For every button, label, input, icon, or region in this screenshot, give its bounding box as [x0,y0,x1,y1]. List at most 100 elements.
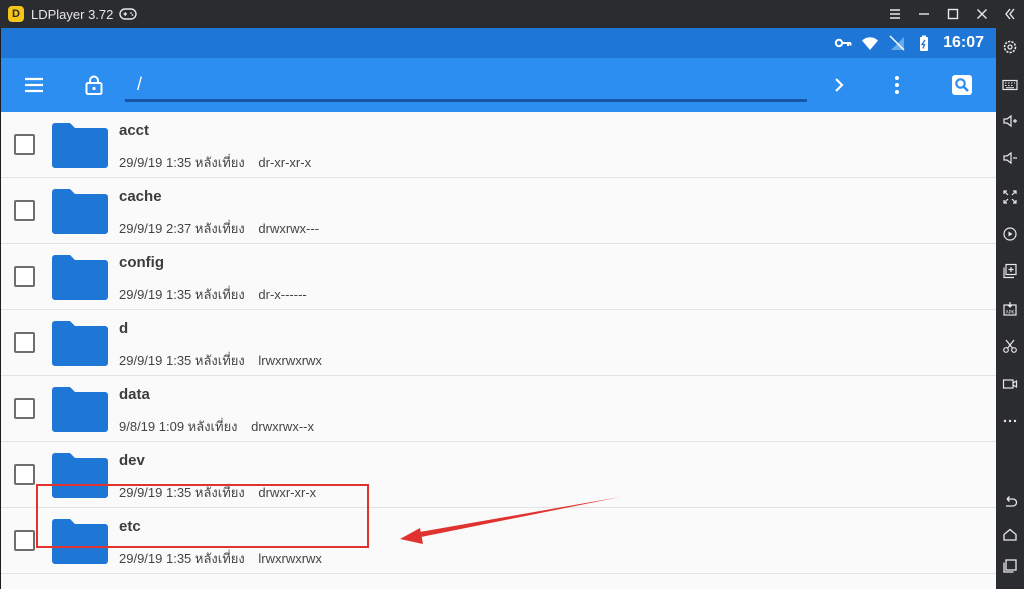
collapse-sidebar-button[interactable] [996,1,1024,27]
file-permissions: dr-x------ [258,287,307,302]
emulator-sidebar: APK [996,0,1024,589]
android-home-button[interactable] [996,522,1024,548]
lock-icon [85,75,103,95]
file-meta: 29/9/19 1:35 หลังเที่ยง dr-x------ [119,284,307,305]
minimize-button[interactable] [909,0,938,28]
video-record-button[interactable] [996,371,1024,397]
record-icon [1003,227,1017,241]
folder-icon [52,321,108,366]
folder-icon [52,189,108,234]
file-meta: 29/9/19 1:35 หลังเที่ยง drwxr-xr-x [119,482,316,503]
status-clock: 16:07 [943,34,984,51]
file-row[interactable]: data 9/8/19 1:09 หลังเที่ยง drwxrwx--x [1,376,996,442]
file-row[interactable]: etc 29/9/19 1:35 หลังเที่ยง lrwxrwxrwx [1,508,996,574]
multi-instance-button[interactable] [996,258,1024,284]
hamburger-menu-icon [25,77,43,93]
volume-up-button[interactable] [996,108,1024,134]
close-button[interactable] [967,0,996,28]
row-checkbox[interactable] [14,200,35,221]
drawer-menu-button[interactable] [20,71,48,99]
home-icon [1003,528,1017,541]
folder-icon [52,123,108,168]
multi-instance-icon [1003,263,1017,279]
settings-button[interactable] [996,34,1024,60]
chevron-right-icon [835,78,844,92]
file-row[interactable]: cache 29/9/19 2:37 หลังเที่ยง drwxrwx--- [1,178,996,244]
settings-icon [1003,40,1017,54]
file-permissions: drwxr-xr-x [258,485,317,500]
file-name: dev [119,452,145,469]
file-row[interactable]: dev 29/9/19 1:35 หลังเที่ยง drwxr-xr-x [1,442,996,508]
row-checkbox[interactable] [14,134,35,155]
file-date: 29/9/19 1:35 หลังเที่ยง [119,551,245,566]
row-checkbox[interactable] [14,332,35,353]
android-back-button[interactable] [996,489,1024,515]
battery-icon [915,34,933,52]
menu-icon [889,9,900,19]
window-titlebar: D LDPlayer 3.72 [0,0,996,28]
forward-button[interactable] [825,71,853,99]
file-date: 29/9/19 1:35 หลังเที่ยง [119,485,245,500]
root-lock-button[interactable] [80,71,108,99]
file-meta: 29/9/19 1:35 หลังเที่ยง dr-xr-xr-x [119,152,311,173]
window-title: LDPlayer 3.72 [31,6,114,22]
file-row[interactable]: config 29/9/19 1:35 หลังเที่ยง dr-x-----… [1,244,996,310]
row-checkbox[interactable] [14,266,35,287]
collapse-icon [1005,8,1015,20]
minimize-icon [918,13,929,15]
file-row[interactable]: d 29/9/19 1:35 หลังเที่ยง lrwxrwxrwx [1,310,996,376]
file-name: data [119,386,150,403]
file-name: etc [119,518,141,535]
video-icon [1002,379,1018,389]
row-checkbox[interactable] [14,464,35,485]
no-signal-icon [888,34,906,52]
recent-apps-icon [1003,559,1017,573]
close-icon [976,9,987,19]
gamepad-icon[interactable] [119,8,138,20]
install-apk-button[interactable]: APK [996,296,1024,322]
file-meta: 29/9/19 1:35 หลังเที่ยง lrwxrwxrwx [119,548,322,569]
file-row[interactable]: acct 29/9/19 1:35 หลังเที่ยง dr-xr-xr-x [1,112,996,178]
file-date: 29/9/19 1:35 หลังเที่ยง [119,353,245,368]
android-recent-apps-button[interactable] [996,553,1024,579]
screenshot-cut-button[interactable] [996,333,1024,359]
record-button[interactable] [996,221,1024,247]
file-date: 29/9/19 2:37 หลังเที่ยง [119,221,245,236]
search-button[interactable] [948,71,976,99]
ldplayer-logo-icon: D [8,6,24,22]
more-vert-icon [895,76,899,94]
file-permissions: dr-xr-xr-x [258,155,312,170]
file-permissions: lrwxrwxrwx [258,551,322,566]
folder-icon [52,453,108,498]
keyboard-icon [1002,79,1018,91]
key-icon [834,34,852,52]
file-meta: 29/9/19 1:35 หลังเที่ยง lrwxrwxrwx [119,350,322,371]
file-permissions: drwxrwx--x [251,419,314,434]
file-permissions: drwxrwx--- [258,221,320,236]
apk-icon: APK [1003,302,1017,316]
window-controls [880,0,996,28]
folder-icon [52,387,108,432]
file-meta: 29/9/19 2:37 หลังเที่ยง drwxrwx--- [119,218,319,239]
menu-button[interactable] [880,0,909,28]
more-icon [1003,419,1017,423]
row-checkbox[interactable] [14,398,35,419]
path-input[interactable]: / [125,72,807,102]
file-meta: 9/8/19 1:09 หลังเที่ยง drwxrwx--x [119,416,314,437]
row-checkbox[interactable] [14,530,35,551]
keyboard-button[interactable] [996,72,1024,98]
file-name: d [119,320,129,337]
file-list: acct 29/9/19 1:35 หลังเที่ยง dr-xr-xr-x … [1,112,996,574]
folder-icon [52,519,108,564]
file-name: acct [119,122,150,139]
android-screen: 16:07 / acct 29/9/19 1:35 หลังเที่ยง dr-… [1,28,996,589]
folder-icon [52,255,108,300]
maximize-button[interactable] [938,0,967,28]
fullscreen-button[interactable] [996,184,1024,210]
overflow-menu-button[interactable] [883,71,911,99]
more-options-button[interactable] [996,408,1024,434]
maximize-icon [947,8,958,20]
file-manager-toolbar: / [1,58,996,112]
cut-icon [1003,339,1017,353]
volume-down-button[interactable] [996,145,1024,171]
